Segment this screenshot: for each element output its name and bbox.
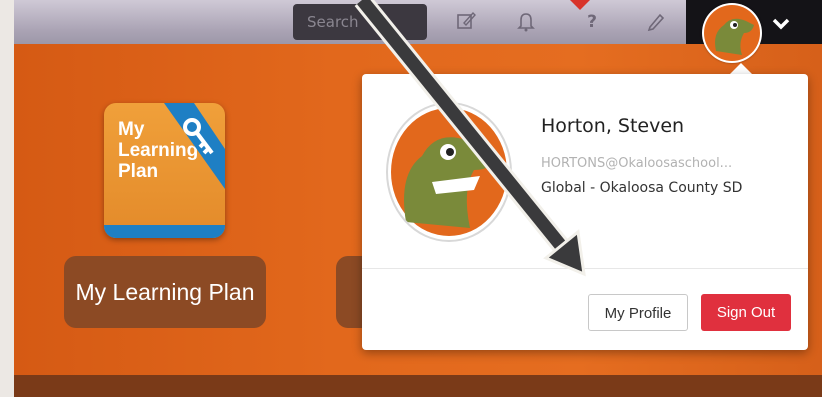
key-icon <box>164 103 225 189</box>
app-icon-band <box>104 225 225 238</box>
my-learning-plan-app-icon[interactable]: My Learning Plan <box>104 103 225 238</box>
dropdown-divider <box>362 268 808 269</box>
my-profile-button[interactable]: My Profile <box>588 294 688 331</box>
sign-out-button[interactable]: Sign Out <box>701 294 791 331</box>
user-email: HORTONS@Okaloosaschool... <box>541 156 733 171</box>
user-avatar-large <box>386 102 512 242</box>
dashboard-footer-strip <box>14 375 822 397</box>
search-input[interactable]: Search <box>293 4 427 40</box>
user-name: Horton, Steven <box>541 115 685 137</box>
chevron-down-icon[interactable] <box>770 12 792 34</box>
user-avatar-small[interactable] <box>702 3 762 63</box>
my-learning-plan-label[interactable]: My Learning Plan <box>64 256 266 328</box>
pencil-icon[interactable] <box>644 10 668 34</box>
help-icon[interactable]: ? <box>580 10 604 34</box>
bell-icon[interactable] <box>514 10 538 34</box>
user-organization: Global - Okaloosa County SD <box>541 180 743 196</box>
compose-icon[interactable] <box>454 10 478 34</box>
